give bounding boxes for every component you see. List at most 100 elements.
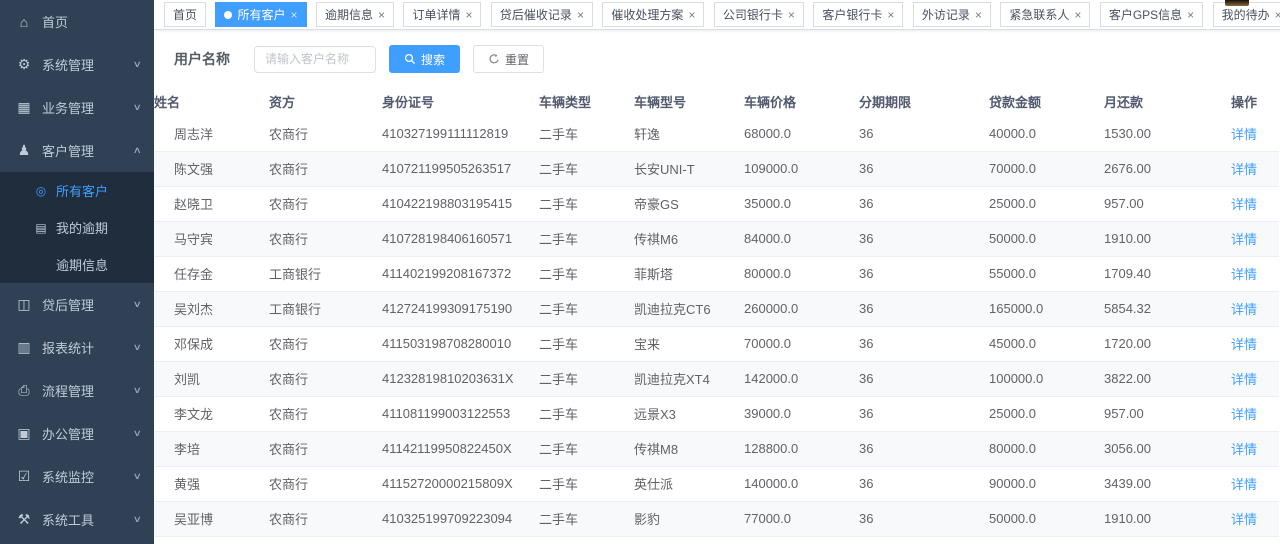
cell-term: 36: [859, 466, 989, 501]
sidebar-menu-item[interactable]: ☑ 系统监控 ∨: [0, 455, 154, 498]
cell-name: 任存金: [154, 256, 269, 291]
cell-name: 刘凯: [154, 361, 269, 396]
view-tab[interactable]: 紧急联系人 ×: [1000, 2, 1090, 27]
detail-link[interactable]: 详情: [1231, 267, 1257, 282]
chevron-icon: ∨: [133, 514, 142, 525]
sidebar-menu-item[interactable]: ▣ 办公管理 ∨: [0, 412, 154, 455]
cell-vehicle-type: 二手车: [539, 431, 634, 466]
cell-name: 周志洋: [154, 116, 269, 151]
cell-id-number: 411503198708280010: [382, 326, 539, 361]
cell-vehicle-type: 二手车: [539, 536, 634, 544]
tab-close-icon[interactable]: ×: [688, 9, 695, 21]
view-tab[interactable]: 订单详情 ×: [403, 2, 481, 27]
cell-term: 36: [859, 326, 989, 361]
cell-vehicle-type: 二手车: [539, 291, 634, 326]
sidebar-menu-item[interactable]: ▦ 业务管理 ∨: [0, 86, 154, 129]
tab-close-icon[interactable]: ×: [975, 9, 982, 21]
tab-label: 逾期信息: [325, 6, 373, 23]
tab-label: 外访记录: [922, 6, 970, 23]
sidebar-subitem-label: 所有客户: [56, 181, 108, 200]
cell-actions: 详情: [1222, 116, 1279, 151]
view-tab[interactable]: 逾期信息 ×: [316, 2, 394, 27]
cell-funder: 农商行: [269, 326, 382, 361]
tab-close-icon[interactable]: ×: [1187, 9, 1194, 21]
detail-link[interactable]: 详情: [1231, 372, 1257, 387]
tab-close-icon[interactable]: ×: [378, 9, 385, 21]
cell-vehicle-type: 二手车: [539, 361, 634, 396]
sidebar-item-label: 系统监控: [42, 467, 94, 486]
chevron-icon: ∨: [133, 428, 142, 439]
reset-button[interactable]: 重置: [473, 45, 544, 73]
sidebar-menu-item[interactable]: ▥ 报表统计 ∨: [0, 326, 154, 369]
cell-vehicle-model: 长安UNI-T: [634, 151, 744, 186]
cell-monthly-payment: 1910.00: [1104, 501, 1222, 536]
cell-loan-amount: 100000.0: [989, 361, 1104, 396]
cell-id-number: 41152720000215809X: [382, 466, 539, 501]
view-tab[interactable]: 客户银行卡 ×: [813, 2, 903, 27]
view-tab[interactable]: 所有客户 ×: [215, 2, 306, 27]
cell-funder: 农商行: [269, 361, 382, 396]
cell-vehicle-model: 凯迪拉克CT6: [634, 291, 744, 326]
cell-id-number: 41142119950822450X: [382, 431, 539, 466]
cell-funder: 农商行: [269, 186, 382, 221]
sidebar-item-label: 流程管理: [42, 381, 94, 400]
sidebar-menu-item[interactable]: ♟ 客户管理 ∧: [0, 129, 154, 172]
view-tab[interactable]: 催收处理方案 ×: [602, 2, 704, 27]
active-dot-icon: [224, 11, 232, 19]
detail-link[interactable]: 详情: [1231, 477, 1257, 492]
customer-name-input[interactable]: [254, 46, 376, 73]
cell-funder: 农商行: [269, 466, 382, 501]
chevron-icon: ∨: [133, 102, 142, 113]
tab-close-icon[interactable]: ×: [290, 9, 297, 21]
search-button[interactable]: 搜索: [389, 45, 460, 73]
view-tab[interactable]: 外访记录 ×: [913, 2, 991, 27]
detail-link[interactable]: 详情: [1231, 162, 1257, 177]
detail-link[interactable]: 详情: [1231, 512, 1257, 527]
table-body: 周志洋 农商行 410327199111112819 二手车 轩逸 68000.…: [154, 116, 1279, 544]
app-window: ⌂ 首页 ⚙ 系统管理 ∨ ▦ 业务管理 ∨ ♟: [0, 0, 1280, 544]
sidebar-menu-item[interactable]: ⚒ 系统工具 ∨: [0, 498, 154, 541]
detail-link[interactable]: 详情: [1231, 232, 1257, 247]
cell-vehicle-price: 109000.0: [744, 151, 859, 186]
tab-close-icon[interactable]: ×: [887, 9, 894, 21]
table-row: 刘凯 农商行 41232819810203631X 二手车 凯迪拉克XT4 14…: [154, 361, 1279, 396]
tab-close-icon[interactable]: ×: [465, 9, 472, 21]
tab-close-icon[interactable]: ×: [788, 9, 795, 21]
menu-icon: ♟: [15, 142, 33, 159]
table-row: 李文龙 农商行 411081199003122553 二手车 远景X3 3900…: [154, 396, 1279, 431]
menu-icon: ▣: [15, 425, 33, 442]
sidebar-menu-item[interactable]: ⌂ 首页: [0, 0, 154, 43]
detail-link[interactable]: 详情: [1231, 337, 1257, 352]
sidebar-submenu-item[interactable]: 逾期信息: [0, 246, 154, 283]
cell-vehicle-price: 84000.0: [744, 221, 859, 256]
view-tab[interactable]: 贷后催收记录 ×: [491, 2, 593, 27]
view-tab[interactable]: 公司银行卡 ×: [714, 2, 804, 27]
tab-close-icon[interactable]: ×: [577, 9, 584, 21]
column-header: 操作: [1222, 87, 1279, 116]
cell-vehicle-model: 帝豪GS: [634, 186, 744, 221]
sidebar-top-menu: ⌂ 首页 ⚙ 系统管理 ∨ ▦ 业务管理 ∨ ♟: [0, 0, 154, 172]
table-header: 姓名资方身份证号车辆类型车辆型号车辆价格分期期限贷款金额月还款操作: [154, 87, 1279, 116]
detail-link[interactable]: 详情: [1231, 407, 1257, 422]
sidebar-item-label: 业务管理: [42, 98, 94, 117]
cell-vehicle-price: 80000.0: [744, 256, 859, 291]
tab-close-icon[interactable]: ×: [1074, 9, 1081, 21]
detail-link[interactable]: 详情: [1231, 302, 1257, 317]
view-tab[interactable]: 客户GPS信息 ×: [1100, 2, 1203, 27]
cell-loan-amount: 90000.0: [989, 466, 1104, 501]
sidebar-submenu-item[interactable]: ▤ 我的逾期: [0, 209, 154, 246]
view-tab[interactable]: 首页: [164, 2, 206, 27]
sidebar-menu-item[interactable]: ⎙ 流程管理 ∨: [0, 369, 154, 412]
sidebar-menu-item[interactable]: ◫ 贷后管理 ∨: [0, 283, 154, 326]
sidebar-menu-item[interactable]: ⚙ 系统管理 ∨: [0, 43, 154, 86]
avatar[interactable]: [1225, 0, 1249, 6]
tabbar: 首页 所有客户 × 逾期信息 × 订单详情: [154, 0, 1280, 30]
cell-vehicle-price: 128800.0: [744, 431, 859, 466]
cell-funder: 农商行: [269, 536, 382, 544]
detail-link[interactable]: 详情: [1231, 127, 1257, 142]
detail-link[interactable]: 详情: [1231, 442, 1257, 457]
sidebar-submenu-item[interactable]: ◎ 所有客户: [0, 172, 154, 209]
detail-link[interactable]: 详情: [1231, 197, 1257, 212]
cell-vehicle-price: 70000.0: [744, 326, 859, 361]
tab-close-icon[interactable]: ×: [1275, 9, 1280, 21]
